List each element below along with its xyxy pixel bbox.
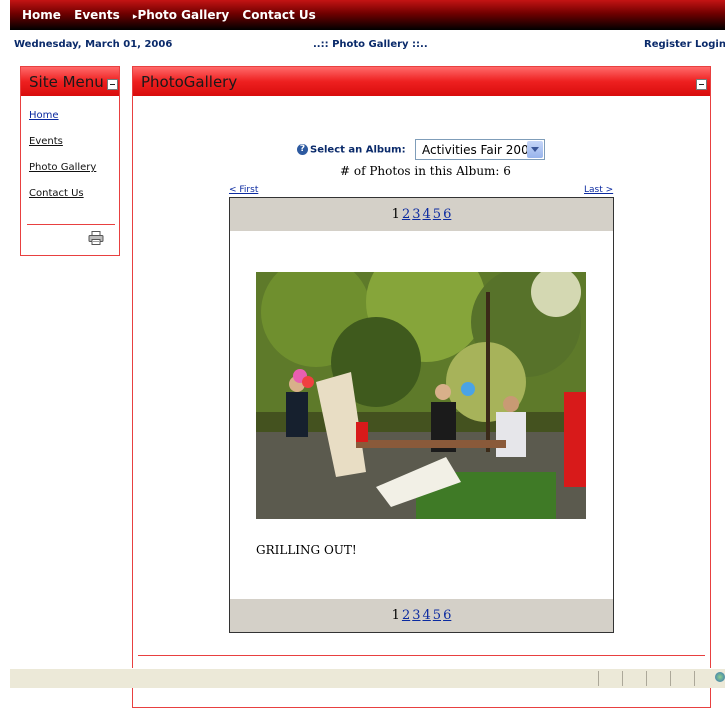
pager-link-4[interactable]: 4: [423, 207, 431, 222]
top-navigation-bar: Home Events ▸Photo Gallery Contact Us: [10, 0, 725, 30]
photo-gallery-panel: PhotoGallery ? Select an Album: Activitie…: [132, 66, 711, 708]
pager-link-2[interactable]: 2: [402, 608, 410, 623]
pager-bottom: 123456: [230, 599, 613, 632]
sidebar-item-home[interactable]: Home: [29, 110, 59, 121]
nav-photo-gallery-label: Photo Gallery: [137, 8, 230, 22]
gallery-photo: [256, 272, 586, 519]
nav-home[interactable]: Home: [22, 8, 61, 22]
album-label-text: Select an Album:: [310, 144, 406, 156]
pager-link-3[interactable]: 3: [412, 207, 420, 222]
photo-count: # of Photos in this Album: 6: [340, 164, 511, 178]
album-selector-label: ? Select an Album:: [297, 144, 406, 156]
browser-status-bar: [10, 668, 725, 688]
first-page-link[interactable]: < First: [229, 185, 258, 195]
chevron-down-icon[interactable]: [527, 141, 543, 158]
pager-link-6[interactable]: 6: [443, 608, 451, 623]
status-cell: [646, 671, 647, 686]
top-nav-items: Home Events ▸Photo Gallery Contact Us: [22, 8, 325, 22]
photo-gallery-header: PhotoGallery: [133, 67, 710, 96]
sidebar-divider: [27, 224, 115, 225]
photo-viewer: 123456 GRILLING OUT! 1 2 3 4 5 6: [229, 197, 614, 633]
pager-link-2[interactable]: 2: [402, 207, 410, 222]
pager-current-page: 1: [391, 207, 400, 222]
current-date: Wednesday, March 01, 2006: [14, 39, 173, 50]
panel-divider: [138, 655, 705, 656]
site-menu-panel: Site Menu Home Events Photo Gallery Cont…: [20, 66, 120, 256]
pager-link-6[interactable]: 6: [443, 207, 451, 222]
site-menu-header: Site Menu: [21, 67, 119, 96]
register-link[interactable]: Register: [644, 39, 692, 50]
status-cell: [598, 671, 599, 686]
album-dropdown[interactable]: Activities Fair 2005: [415, 139, 545, 160]
help-icon[interactable]: ?: [297, 144, 308, 155]
sidebar-item-contact-us[interactable]: Contact Us: [29, 188, 84, 199]
window-edge: [0, 0, 10, 687]
sidebar-item-photo-gallery[interactable]: Photo Gallery: [29, 162, 96, 173]
pager-link-4[interactable]: 4: [423, 608, 431, 623]
printer-icon[interactable]: [88, 231, 104, 245]
pager-current-page: 1: [391, 608, 400, 623]
status-cell: [670, 671, 671, 686]
pager-link-5[interactable]: 5: [433, 207, 441, 222]
site-menu-title: Site Menu: [29, 73, 104, 91]
login-link[interactable]: Login: [695, 39, 725, 50]
internet-zone-icon: [715, 672, 725, 682]
page-breadcrumb: ..:: Photo Gallery ::..: [313, 39, 428, 50]
status-cell: [622, 671, 623, 686]
photo-gallery-title: PhotoGallery: [141, 73, 238, 91]
pager-link-3[interactable]: 3: [412, 608, 420, 623]
info-bar: Wednesday, March 01, 2006 ..:: Photo Gal…: [10, 30, 725, 58]
pager-top: 123456: [230, 198, 613, 231]
pager-link-5[interactable]: 5: [433, 608, 441, 623]
last-page-link[interactable]: Last >: [584, 185, 613, 195]
sidebar-item-events[interactable]: Events: [29, 136, 63, 147]
nav-events[interactable]: Events: [74, 8, 120, 22]
minimize-icon[interactable]: [107, 79, 118, 90]
nav-contact-us[interactable]: Contact Us: [242, 8, 315, 22]
photo-caption: GRILLING OUT!: [256, 543, 357, 557]
minimize-icon[interactable]: [696, 79, 707, 90]
status-cell: [694, 671, 695, 686]
album-dropdown-value: Activities Fair 2005: [422, 143, 537, 157]
nav-photo-gallery[interactable]: ▸Photo Gallery: [133, 8, 229, 22]
